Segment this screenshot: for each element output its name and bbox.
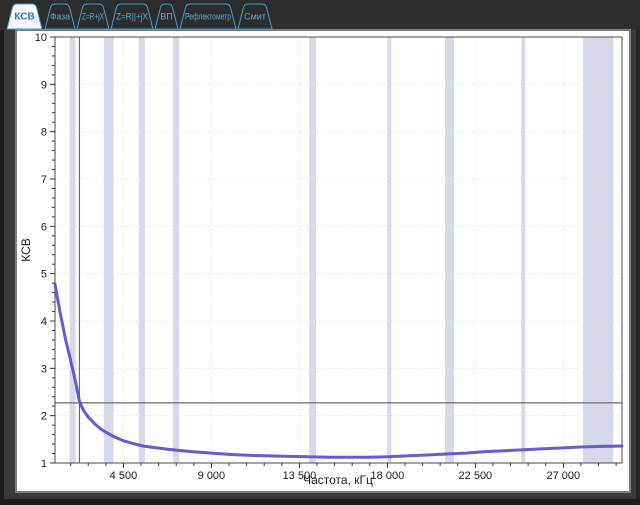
x-tick-label: 4 500: [110, 470, 138, 482]
tab-label-z-parallel: Z=R||+jX: [116, 12, 148, 22]
ham-band-stripe: [309, 37, 316, 463]
y-tick-label: 6: [41, 221, 47, 233]
y-tick-label: 2: [41, 411, 47, 423]
y-tick-label: 7: [41, 174, 47, 186]
ham-band-stripe: [70, 37, 76, 463]
window-border-left: [0, 0, 4, 505]
tab-vp[interactable]: ВП: [155, 4, 178, 29]
y-tick-label: 4: [41, 316, 47, 328]
tab-label-faza: Фаза: [50, 12, 70, 22]
ham-band-stripe: [445, 37, 454, 463]
tab-bar: КСВ Фаза Z=R+jX Z=R||+jX ВП Рефлектометр Смит: [0, 0, 640, 30]
y-tick-label: 10: [35, 32, 47, 44]
x-tick-label: 27 000: [547, 470, 581, 482]
tab-z-parallel[interactable]: Z=R||+jX: [111, 4, 153, 29]
window-border-right: [636, 0, 640, 505]
tab-reflektometr[interactable]: Рефлектометр: [180, 4, 236, 29]
tab-smit[interactable]: Смит: [238, 4, 272, 29]
tab-z-series[interactable]: Z=R+jX: [77, 4, 109, 29]
tab-label-reflektometr: Рефлектометр: [185, 12, 231, 22]
y-axis-title: КСВ: [19, 238, 33, 262]
tab-label-z-series: Z=R+jX: [82, 12, 104, 22]
y-tick-label: 9: [41, 79, 47, 91]
y-tick-label: 5: [41, 269, 47, 281]
ham-band-stripe: [104, 37, 114, 463]
tab-faza[interactable]: Фаза: [45, 4, 75, 29]
ham-band-stripe: [173, 37, 179, 463]
x-tick-label: 9 000: [198, 470, 226, 482]
tab-label-vp: ВП: [160, 12, 172, 22]
tab-label-smit: Смит: [244, 12, 266, 22]
tab-ksv[interactable]: КСВ: [7, 4, 42, 29]
x-tick-label: 22 500: [459, 470, 493, 482]
x-tick-label: 18 000: [371, 470, 405, 482]
window-border-bottom: [0, 499, 640, 505]
app-window: { "tabs": [ {"id":"ksv","label":"КСВ","a…: [0, 0, 640, 505]
x-axis-title: Частота, кГц: [303, 473, 373, 487]
ham-band-stripe: [139, 37, 145, 463]
ham-band-stripe: [521, 37, 525, 463]
chart-panel: 4 5009 00013 50018 00022 50027 000123456…: [15, 29, 631, 493]
y-tick-label: 3: [41, 363, 47, 375]
ham-band-stripe: [387, 37, 391, 463]
y-tick-label: 8: [41, 127, 47, 139]
swr-chart[interactable]: 4 5009 00013 50018 00022 50027 000123456…: [17, 31, 625, 487]
ham-band-stripe: [583, 37, 613, 463]
tab-label-ksv: КСВ: [14, 12, 34, 23]
y-tick-label: 1: [41, 458, 47, 470]
tab-bar-canvas: КСВ Фаза Z=R+jX Z=R||+jX ВП Рефлектометр Смит: [0, 0, 640, 30]
